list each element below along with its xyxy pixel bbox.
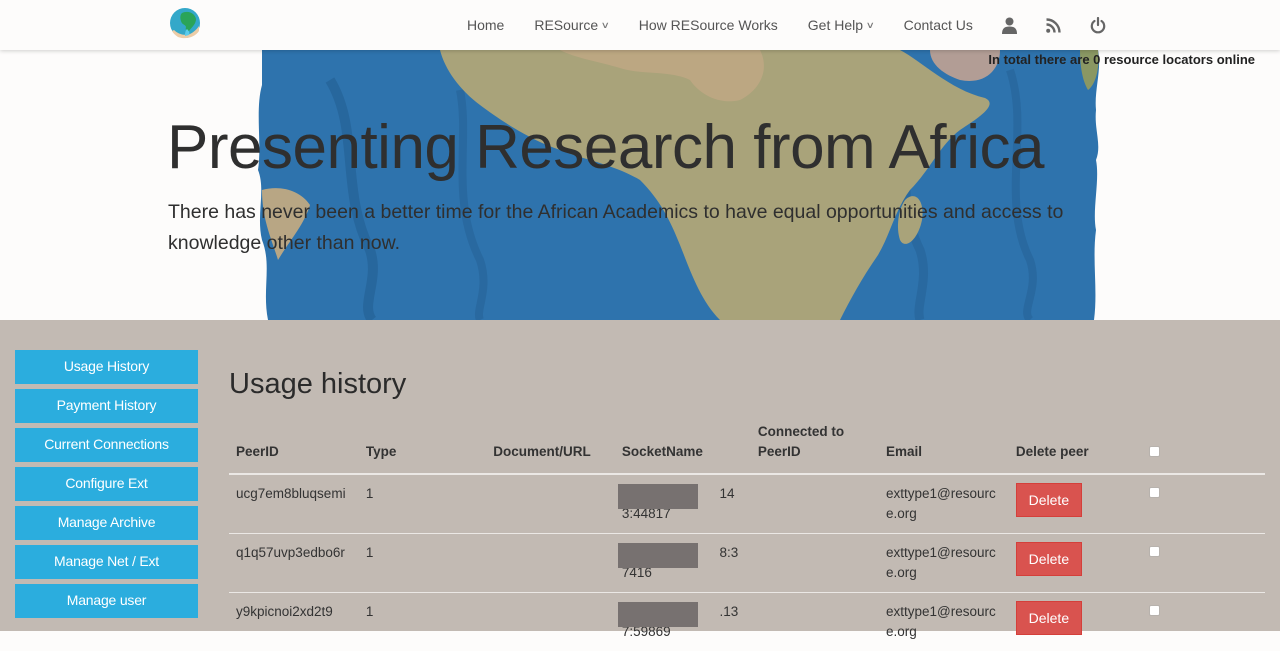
cell-peer-id: y9kpicnoi2xd2t9	[229, 593, 359, 651]
logout-button[interactable]	[1076, 0, 1120, 50]
cell-type: 1	[359, 593, 486, 651]
hero-title: Presenting Research from Africa	[167, 112, 1044, 183]
email-text: exttype1@resource.org	[886, 543, 998, 583]
redaction-box	[618, 484, 698, 509]
hero-subtitle: There has never been a better time for t…	[168, 197, 1068, 259]
nav-home-label: Home	[467, 17, 504, 33]
section-title: Usage history	[229, 368, 406, 401]
nav-home[interactable]: Home	[452, 0, 519, 50]
cell-socket-name: 143:44817	[615, 474, 751, 534]
redaction-box	[618, 602, 698, 627]
cell-peer-id: q1q57uvp3edbo6r	[229, 534, 359, 593]
socket-name: 8:37416	[622, 543, 744, 583]
cell-type: 1	[359, 534, 486, 593]
cell-type: 1	[359, 474, 486, 534]
header-select-all	[1137, 416, 1265, 474]
delete-peer-button[interactable]: Delete	[1016, 601, 1082, 635]
table-row: q1q57uvp3edbo6r 1 8:37416 exttype1@resou…	[229, 534, 1265, 593]
nav-contact-us-label: Contact Us	[904, 17, 973, 33]
dashboard-main: Usage History Payment History Current Co…	[0, 320, 1280, 631]
cell-socket-name: 8:37416	[615, 534, 751, 593]
email-text: exttype1@resource.org	[886, 484, 998, 524]
header-connected-to: Connected to PeerID	[751, 416, 879, 474]
nav-resource-label: RESource	[534, 17, 598, 33]
cell-connected-to	[751, 474, 879, 534]
cell-peer-id: ucg7em8bluqsemi	[229, 474, 359, 534]
nav-how-it-works-label: How RESource Works	[639, 17, 778, 33]
cell-email: exttype1@resource.org	[879, 474, 1009, 534]
nav-resource-dropdown[interactable]: RESource∨	[519, 0, 623, 50]
header-peer-id: PeerID	[229, 416, 359, 474]
cell-select	[1137, 593, 1265, 651]
delete-peer-button[interactable]: Delete	[1016, 542, 1082, 576]
sidebar-item-manage-archive[interactable]: Manage Archive	[15, 506, 198, 540]
cell-select	[1137, 474, 1265, 534]
header-delete-peer: Delete peer	[1009, 416, 1137, 474]
cell-connected-to	[751, 593, 879, 651]
cell-document-url	[486, 593, 615, 651]
rss-feed-button[interactable]	[1032, 0, 1076, 50]
user-icon	[1002, 17, 1017, 34]
chevron-down-icon: ∨	[601, 20, 610, 31]
nav-get-help-dropdown[interactable]: Get Help∨	[793, 0, 889, 50]
sidebar-item-usage-history[interactable]: Usage History	[15, 350, 198, 384]
user-account-button[interactable]	[988, 0, 1032, 50]
sidebar-item-manage-user[interactable]: Manage user	[15, 584, 198, 618]
main-nav: Home RESource∨ How RESource Works Get He…	[452, 0, 1120, 50]
cell-delete: Delete	[1009, 593, 1137, 651]
cell-connected-to	[751, 534, 879, 593]
africa-hands-map-image	[0, 50, 1280, 320]
socket-name: .137:59869	[622, 602, 744, 642]
cell-email: exttype1@resource.org	[879, 534, 1009, 593]
cell-document-url	[486, 474, 615, 534]
usage-history-table: PeerID Type Document/URL SocketName Conn…	[229, 416, 1265, 651]
hero-banner: In total there are 0 resource locators o…	[0, 50, 1280, 320]
rss-icon	[1046, 18, 1061, 33]
sidebar-item-payment-history[interactable]: Payment History	[15, 389, 198, 423]
delete-peer-button[interactable]: Delete	[1016, 483, 1082, 517]
sidebar-item-manage-net-ext[interactable]: Manage Net / Ext	[15, 545, 198, 579]
table-row: y9kpicnoi2xd2t9 1 .137:59869 exttype1@re…	[229, 593, 1265, 651]
cell-select	[1137, 534, 1265, 593]
globe-hand-logo-icon[interactable]	[168, 7, 202, 41]
top-navbar: Home RESource∨ How RESource Works Get He…	[0, 0, 1280, 50]
nav-get-help-label: Get Help	[808, 17, 863, 33]
cell-delete: Delete	[1009, 474, 1137, 534]
select-all-checkbox[interactable]	[1149, 446, 1160, 457]
sidebar-item-current-connections[interactable]: Current Connections	[15, 428, 198, 462]
table-header-row: PeerID Type Document/URL SocketName Conn…	[229, 416, 1265, 474]
cell-delete: Delete	[1009, 534, 1137, 593]
nav-how-it-works[interactable]: How RESource Works	[624, 0, 793, 50]
header-email: Email	[879, 416, 1009, 474]
header-document-url: Document/URL	[486, 416, 615, 474]
chevron-down-icon: ∨	[866, 20, 875, 31]
cell-email: exttype1@resource.org	[879, 593, 1009, 651]
row-select-checkbox[interactable]	[1149, 605, 1160, 616]
sidebar-item-configure-ext[interactable]: Configure Ext	[15, 467, 198, 501]
header-type: Type	[359, 416, 486, 474]
socket-name: 143:44817	[622, 484, 744, 524]
cell-document-url	[486, 534, 615, 593]
sidebar-menu: Usage History Payment History Current Co…	[15, 350, 198, 623]
row-select-checkbox[interactable]	[1149, 487, 1160, 498]
cell-socket-name: .137:59869	[615, 593, 751, 651]
header-socket-name: SocketName	[615, 416, 751, 474]
email-text: exttype1@resource.org	[886, 602, 998, 642]
table-row: ucg7em8bluqsemi 1 143:44817 exttype1@res…	[229, 474, 1265, 534]
online-locators-status: In total there are 0 resource locators o…	[988, 52, 1255, 67]
nav-contact-us[interactable]: Contact Us	[889, 0, 988, 50]
row-select-checkbox[interactable]	[1149, 546, 1160, 557]
redaction-box	[618, 543, 698, 568]
power-icon	[1090, 17, 1106, 34]
